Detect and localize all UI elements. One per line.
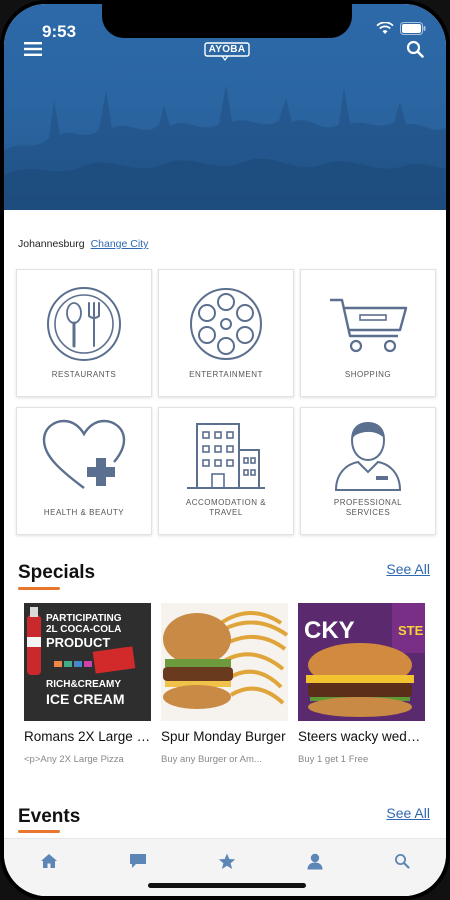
promo-text: ICE CREAM — [46, 691, 125, 707]
events-see-all-link[interactable]: See All — [386, 805, 430, 821]
special-card[interactable]: CKY STE Steers wacky wednesday Buy 1 get… — [298, 603, 425, 765]
promo-text: PRODUCT — [46, 635, 111, 650]
building-icon — [187, 423, 265, 489]
search-icon[interactable] — [406, 40, 424, 58]
category-label: ACCOMODATION & TRAVEL — [185, 498, 267, 517]
heart-plus-icon — [42, 419, 126, 489]
category-restaurants[interactable]: RESTAURANTS — [16, 269, 152, 397]
category-label: SHOPPING — [344, 370, 392, 379]
special-subtitle: Buy 1 get 1 Free — [298, 754, 369, 765]
category-grid: RESTAURANTS ENTERTAINMENT SHOPPING HEALT… — [16, 269, 436, 535]
burger-fries-graphic — [163, 611, 288, 709]
film-reel-icon — [190, 288, 262, 360]
specials-underline — [18, 587, 60, 590]
current-city: Johannesburg — [18, 238, 85, 250]
special-subtitle: <p>Any 2X Large Pizza — [24, 754, 124, 765]
category-health-beauty[interactable]: HEALTH & BEAUTY — [16, 407, 152, 535]
crowd-silhouette — [4, 85, 446, 210]
specials-see-all-link[interactable]: See All — [386, 561, 430, 577]
promo-text: 2L COCA-COLA — [46, 624, 122, 635]
category-professional-services[interactable]: PROFESSIONAL SERVICES — [300, 407, 436, 535]
category-label: ENTERTAINMENT — [189, 370, 263, 379]
category-shopping[interactable]: SHOPPING — [300, 269, 436, 397]
status-icons — [376, 22, 426, 35]
special-title: Romans 2X Large Pizza — [24, 729, 151, 744]
wifi-icon — [376, 22, 394, 34]
specials-heading: Specials — [18, 562, 96, 583]
events-underline — [18, 830, 60, 833]
star-icon[interactable] — [218, 853, 236, 870]
category-entertainment[interactable]: ENTERTAINMENT — [158, 269, 294, 397]
plate-icon — [47, 287, 121, 361]
app-logo: AYOBA — [204, 42, 250, 62]
special-image-steers: CKY STE — [298, 603, 425, 721]
category-label: RESTAURANTS — [51, 370, 117, 379]
home-icon[interactable] — [40, 853, 58, 869]
home-indicator — [148, 883, 306, 888]
person-icon — [334, 421, 402, 491]
promo-text: PARTICIPATING — [46, 613, 122, 624]
special-image-romans: PARTICIPATING 2L COCA-COLA PRODUCT RICH&… — [24, 603, 151, 721]
category-label: PROFESSIONAL SERVICES — [333, 498, 403, 517]
device-notch — [102, 4, 352, 38]
special-subtitle: Buy any Burger or Am... — [161, 754, 262, 765]
special-card[interactable]: PARTICIPATING 2L COCA-COLA PRODUCT RICH&… — [24, 603, 151, 765]
category-accomodation-travel[interactable]: ACCOMODATION & TRAVEL — [158, 407, 294, 535]
cart-icon — [330, 298, 408, 353]
phone-frame: 9:53 AYOBA Johannesburg Change City RESTA… — [0, 0, 450, 900]
special-title: Spur Monday Burger — [161, 729, 286, 744]
logo-text: AYOBA — [208, 44, 246, 55]
app-screen: 9:53 AYOBA Johannesburg Change City RESTA… — [4, 4, 446, 896]
location-row: Johannesburg Change City — [18, 238, 148, 250]
promo-text: STE — [398, 623, 424, 638]
promo-text: CKY — [304, 617, 355, 644]
battery-icon — [400, 22, 426, 35]
hamburger-menu-icon[interactable] — [24, 42, 42, 56]
chat-icon[interactable] — [129, 853, 147, 869]
user-icon[interactable] — [307, 853, 323, 870]
change-city-link[interactable]: Change City — [91, 238, 149, 250]
search-tab-icon[interactable] — [394, 853, 410, 869]
special-image-spur — [161, 603, 288, 721]
promo-text: RICH&CREAMY — [46, 679, 121, 690]
category-label: HEALTH & BEAUTY — [43, 508, 125, 517]
specials-carousel: PARTICIPATING 2L COCA-COLA PRODUCT RICH&… — [24, 603, 425, 765]
status-time: 9:53 — [42, 22, 77, 41]
special-title: Steers wacky wednesday — [298, 729, 425, 744]
special-card[interactable]: Spur Monday Burger Buy any Burger or Am.… — [161, 603, 288, 765]
events-heading: Events — [18, 806, 81, 827]
